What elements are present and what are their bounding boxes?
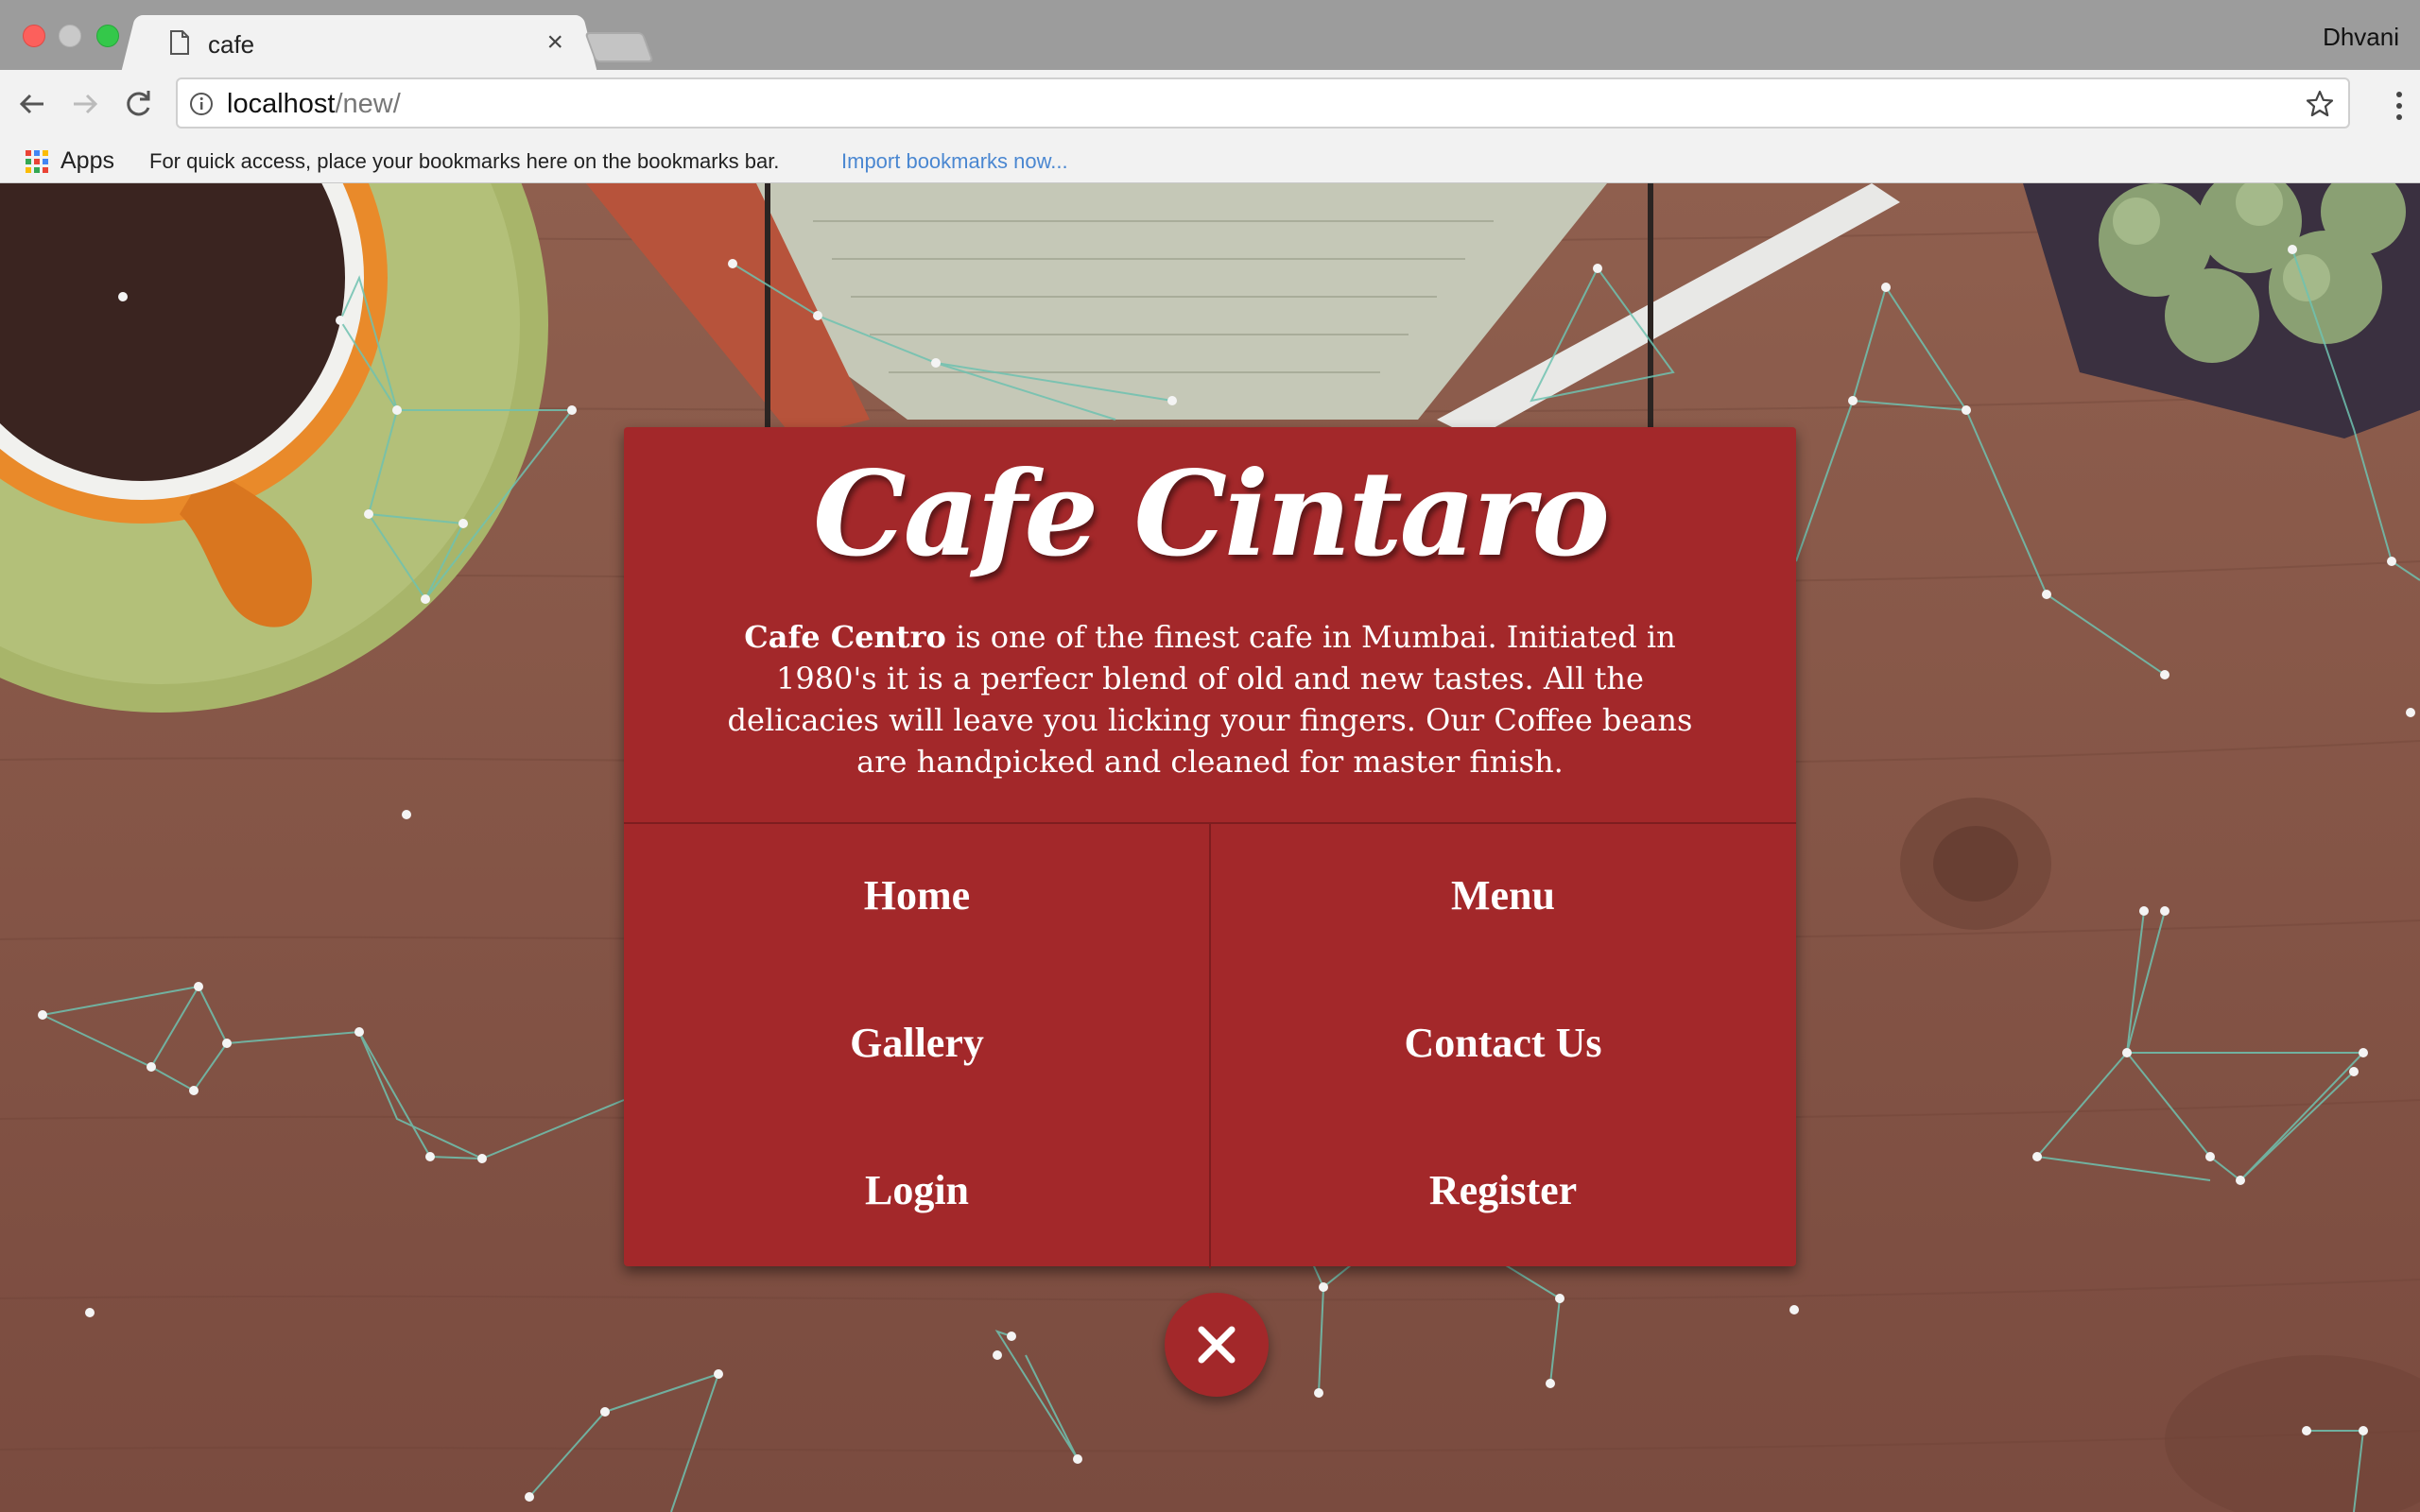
- import-bookmarks-link[interactable]: Import bookmarks now...: [841, 149, 1068, 174]
- new-tab-button[interactable]: [584, 32, 654, 62]
- apps-shortcut[interactable]: Apps: [60, 147, 114, 175]
- cafe-sign-card: Cafe Cintaro Cafe Centro is one of the f…: [624, 427, 1796, 1268]
- browser-toolbar: localhost/new/: [0, 70, 2420, 138]
- nav-contact-link[interactable]: Contact Us: [1210, 1019, 1796, 1067]
- nav-gallery-link[interactable]: Gallery: [624, 1019, 1210, 1067]
- close-menu-button[interactable]: [1165, 1293, 1269, 1397]
- nav-login-link[interactable]: Login: [624, 1166, 1210, 1214]
- cafe-description: Cafe Centro is one of the finest cafe in…: [718, 616, 1702, 782]
- reload-icon[interactable]: [121, 87, 155, 121]
- navigation-grid: Home Menu Gallery Contact Us Login Regis…: [624, 822, 1796, 1268]
- apps-grid-icon[interactable]: [25, 149, 49, 174]
- browser-titlebar: cafe × Dhvani: [0, 0, 2420, 70]
- tab-title: cafe: [208, 30, 255, 59]
- bookmarks-hint-text: For quick access, place your bookmarks h…: [149, 149, 780, 173]
- window-close-button[interactable]: [23, 25, 45, 47]
- close-icon: [1198, 1326, 1236, 1364]
- info-icon[interactable]: [189, 92, 214, 116]
- window-minimize-button[interactable]: [59, 25, 81, 47]
- nav-menu-link[interactable]: Menu: [1210, 871, 1796, 919]
- back-arrow-icon[interactable]: [15, 87, 49, 121]
- forward-arrow-icon[interactable]: [68, 87, 102, 121]
- document-icon: [170, 30, 189, 55]
- window-zoom-button[interactable]: [96, 25, 119, 47]
- tab-close-icon[interactable]: ×: [546, 26, 563, 59]
- url-text: localhost/new/: [227, 89, 401, 119]
- address-bar[interactable]: localhost/new/: [176, 77, 2350, 129]
- profile-name[interactable]: Dhvani: [2323, 23, 2399, 52]
- nav-home-link[interactable]: Home: [624, 871, 1210, 919]
- nav-register-link[interactable]: Register: [1210, 1166, 1796, 1214]
- browser-tab[interactable]: cafe ×: [142, 15, 577, 70]
- page-viewport: Cafe Cintaro Cafe Centro is one of the f…: [0, 183, 2420, 1512]
- brand-title: Cafe Cintaro: [812, 446, 1610, 583]
- description-highlight: Cafe Centro: [744, 619, 946, 655]
- bookmark-star-icon[interactable]: [2305, 89, 2335, 119]
- more-menu-icon[interactable]: [2392, 89, 2407, 123]
- bookmarks-bar: Apps For quick access, place your bookma…: [0, 138, 2420, 183]
